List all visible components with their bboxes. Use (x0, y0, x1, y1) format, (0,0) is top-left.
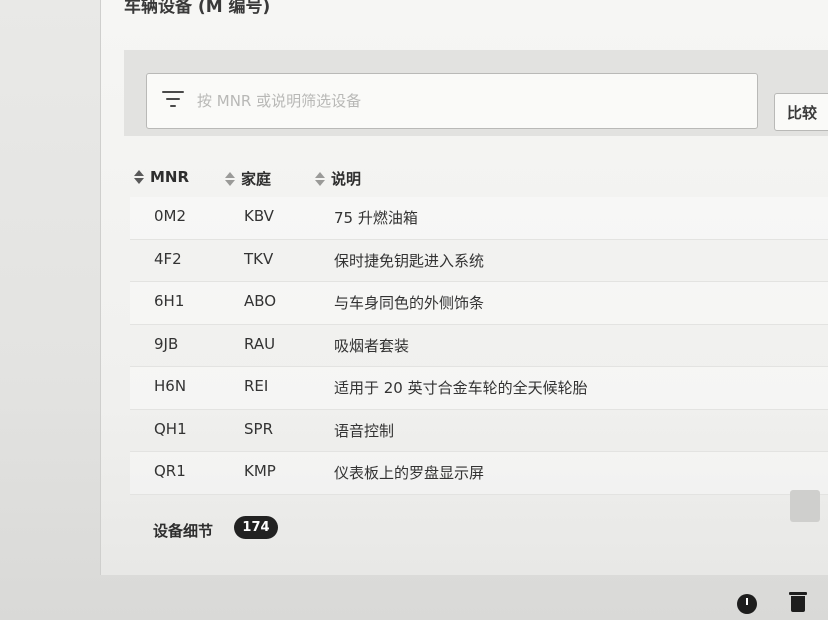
sort-icon[interactable] (134, 170, 144, 184)
table-row[interactable]: QR1 KMP 仪表板上的罗盘显示屏 (130, 452, 828, 495)
cell-family: REI (244, 377, 269, 395)
sort-icon[interactable] (225, 171, 235, 186)
cell-family: RAU (244, 334, 276, 353)
table-row[interactable]: 9JB RAU 吸烟者套装 (130, 325, 828, 367)
details-label: 设备细节 (153, 522, 214, 540)
column-header-description-label: 说明 (331, 170, 362, 188)
cell-family: KBV (244, 207, 274, 225)
cell-mnr: 4F2 (154, 249, 182, 268)
column-header-description[interactable]: 说明 (315, 168, 361, 189)
cell-mnr: 0M2 (154, 207, 187, 225)
sort-icon[interactable] (315, 171, 325, 186)
cell-mnr: H6N (154, 377, 187, 395)
table-row[interactable]: QH1 SPR 语音控制 (130, 410, 828, 452)
table-row[interactable]: 0M2 KBV 75 升燃油箱 (130, 197, 828, 240)
count-badge: 174 (234, 516, 278, 539)
cell-description: 适用于 20 英寸合金车轮的全天候轮胎 (334, 379, 588, 397)
cell-description: 吸烟者套装 (334, 336, 410, 355)
trash-lid (789, 592, 807, 595)
scrollbar-thumb[interactable] (790, 490, 820, 522)
cell-description: 与车身同色的外侧饰条 (334, 294, 485, 312)
cell-family: ABO (244, 292, 277, 310)
column-header-mnr[interactable]: MNR (134, 168, 189, 186)
cell-family: TKV (244, 249, 274, 268)
cell-mnr: 6H1 (154, 292, 185, 310)
trash-body (791, 596, 805, 612)
clock-icon[interactable] (737, 594, 757, 614)
cell-description: 75 升燃油箱 (334, 209, 418, 227)
compare-button[interactable]: 比较 (774, 93, 828, 131)
cell-description: 保时捷免钥匙进入系统 (334, 251, 485, 270)
cell-family: SPR (244, 419, 273, 438)
table-row[interactable]: 4F2 TKV 保时捷免钥匙进入系统 (130, 240, 828, 282)
trash-icon[interactable] (789, 592, 807, 614)
page-title: 车辆设备 (M 编号) (124, 0, 271, 17)
cell-mnr: QR1 (154, 462, 186, 480)
filter-box (146, 73, 758, 129)
cell-mnr: 9JB (154, 334, 179, 353)
cell-description: 语音控制 (334, 421, 395, 440)
table-row[interactable]: H6N REI 适用于 20 英寸合金车轮的全天候轮胎 (130, 367, 828, 410)
cell-mnr: QH1 (154, 419, 187, 438)
table-row[interactable]: 6H1 ABO 与车身同色的外侧饰条 (130, 282, 828, 325)
filter-input[interactable] (195, 84, 739, 118)
column-header-family-label: 家庭 (241, 170, 272, 188)
screen: 车辆设备 (M 编号) 比较 MNR 家庭 说明 0M2 KBV 75 升燃油箱… (0, 0, 828, 620)
column-header-mnr-label: MNR (150, 168, 190, 186)
cell-family: KMP (244, 462, 276, 480)
column-header-family[interactable]: 家庭 (225, 168, 271, 189)
filter-icon[interactable] (162, 89, 186, 109)
cell-description: 仪表板上的罗盘显示屏 (334, 464, 485, 482)
equipment-table: 0M2 KBV 75 升燃油箱 4F2 TKV 保时捷免钥匙进入系统 6H1 A… (130, 197, 828, 495)
